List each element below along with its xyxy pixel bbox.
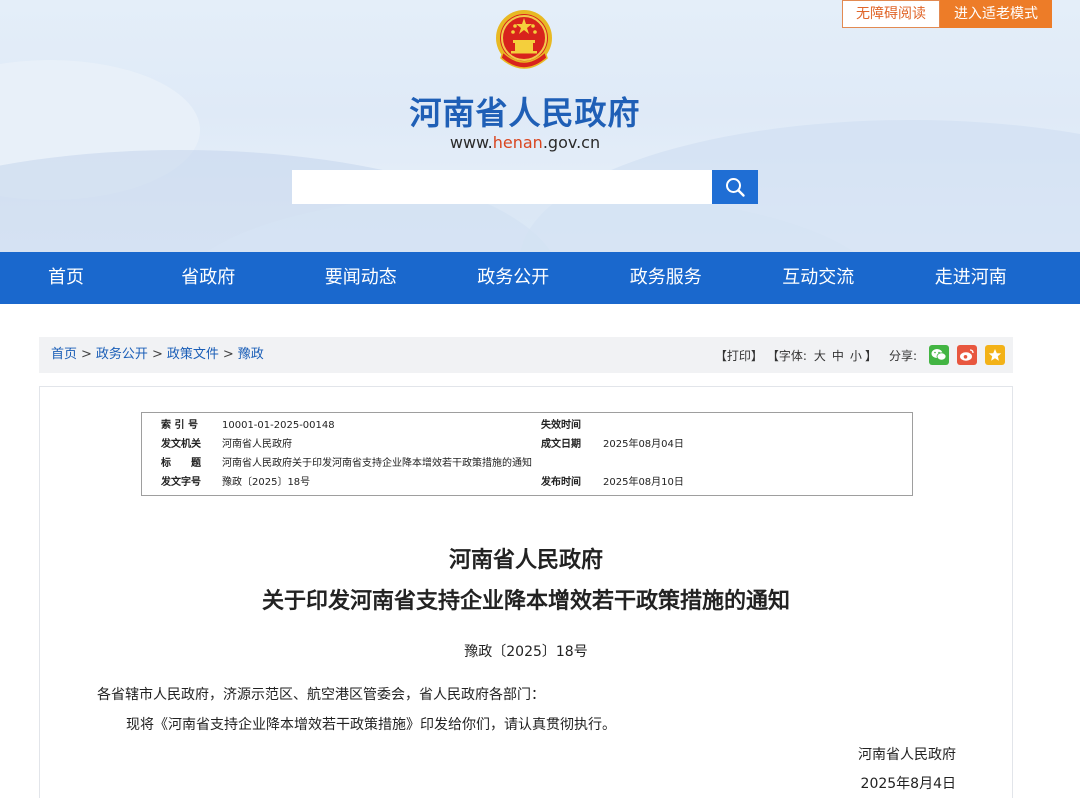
article-container: 索 引 号 10001-01-2025-00148 失效时间 发文机关 河南省人… <box>39 386 1013 798</box>
qzone-share-icon[interactable] <box>985 345 1005 365</box>
site-url-highlight: henan <box>492 133 543 152</box>
breadcrumb: 首页 > 政务公开 > 政策文件 > 豫政 <box>51 337 264 373</box>
title-value: 河南省人民政府关于印发河南省支持企业降本增效若干政策措施的通知 <box>222 458 532 469</box>
weibo-icon <box>960 349 974 361</box>
document-signature: 河南省人民政府 <box>858 747 956 763</box>
site-title: 河南省人民政府 <box>409 94 641 132</box>
print-button[interactable]: 【打印】 <box>715 347 763 364</box>
nav-item-home[interactable]: 首页 <box>0 252 132 304</box>
breadcrumb-home[interactable]: 首页 <box>51 347 77 362</box>
accessibility-reading-button[interactable]: 无障碍阅读 <box>842 0 940 28</box>
breadcrumb-yuzheng[interactable]: 豫政 <box>238 347 264 362</box>
document-title-line1: 河南省人民政府 <box>448 547 603 573</box>
info-row: 发文机关 河南省人民政府 成文日期 2025年08月04日 <box>142 435 912 454</box>
nav-item-about-henan[interactable]: 走进河南 <box>895 252 1048 304</box>
index-number-value: 10001-01-2025-00148 <box>222 420 335 431</box>
site-url-suffix: .gov.cn <box>542 133 601 152</box>
breadcrumb-separator: > <box>151 347 163 362</box>
weibo-share-icon[interactable] <box>957 345 977 365</box>
info-row: 索 引 号 10001-01-2025-00148 失效时间 <box>142 416 912 435</box>
written-date-value: 2025年08月04日 <box>603 439 684 450</box>
info-row: 标 题 河南省人民政府关于印发河南省支持企业降本增效若干政策措施的通知 <box>142 454 912 473</box>
nav-item-news[interactable]: 要闻动态 <box>285 252 438 304</box>
page-tools: 【打印】 【字体: 大 中 小 】 分享: <box>715 337 1013 373</box>
search-input[interactable] <box>292 170 712 204</box>
national-emblem-icon <box>496 10 552 69</box>
document-number: 豫政〔2025〕18号 <box>464 644 588 660</box>
issuer-value: 河南省人民政府 <box>222 439 292 450</box>
written-date-label: 成文日期 <box>541 439 581 450</box>
main-nav: 首页 省政府 要闻动态 政务公开 政务服务 互动交流 走进河南 <box>0 252 1080 304</box>
publish-time-label: 发布时间 <box>541 477 581 488</box>
document-body: 现将《河南省支持企业降本增效若干政策措施》印发给你们，请认真贯彻执行。 <box>126 717 616 733</box>
document-info-table: 索 引 号 10001-01-2025-00148 失效时间 发文机关 河南省人… <box>141 412 913 496</box>
breadcrumb-government-affairs[interactable]: 政务公开 <box>96 347 148 362</box>
breadcrumb-policy-documents[interactable]: 政策文件 <box>167 347 219 362</box>
elder-mode-button[interactable]: 进入适老模式 <box>940 0 1052 28</box>
document-number-value: 豫政〔2025〕18号 <box>222 477 311 488</box>
document-number-label: 发文字号 <box>161 477 201 488</box>
font-size-large[interactable]: 大 <box>814 347 826 364</box>
font-size-small[interactable]: 小 <box>850 347 862 364</box>
wechat-share-icon[interactable] <box>929 345 949 365</box>
nav-item-provincial-government[interactable]: 省政府 <box>132 252 285 304</box>
issuer-label: 发文机关 <box>161 439 201 450</box>
nav-item-government-services[interactable]: 政务服务 <box>590 252 743 304</box>
info-row: 发文字号 豫政〔2025〕18号 发布时间 2025年08月10日 <box>142 473 912 492</box>
site-url: www.henan.gov.cn <box>0 133 1050 152</box>
wechat-icon <box>931 349 947 361</box>
publish-time-value: 2025年08月10日 <box>603 477 684 488</box>
font-size-close: 】 <box>864 348 877 363</box>
top-buttons: 无障碍阅读 进入适老模式 <box>842 0 1052 28</box>
index-number-label: 索 引 号 <box>161 420 198 431</box>
document-title-line2: 关于印发河南省支持企业降本增效若干政策措施的通知 <box>261 588 790 614</box>
nav-item-government-affairs[interactable]: 政务公开 <box>437 252 590 304</box>
document-sign-date: 2025年8月4日 <box>860 776 956 792</box>
star-icon <box>988 349 1002 361</box>
document-addressee: 各省辖市人民政府，济源示范区、航空港区管委会，省人民政府各部门： <box>97 687 545 703</box>
title-label: 标 题 <box>161 458 201 469</box>
site-header: 无障碍阅读 进入适老模式 河南省人民政府 www.henan.gov.cn <box>0 0 1080 252</box>
search-icon <box>726 178 745 197</box>
breadcrumb-separator: > <box>81 347 92 362</box>
font-size-label: 【字体: <box>766 348 807 363</box>
search-button[interactable] <box>712 170 758 204</box>
breadcrumb-separator: > <box>222 347 234 362</box>
site-url-prefix: www. <box>449 133 493 152</box>
font-size-medium[interactable]: 中 <box>832 347 844 364</box>
breadcrumb-bar: 首页 > 政务公开 > 政策文件 > 豫政 【打印】 【字体: 大 中 小 】 分享: <box>39 337 1013 373</box>
nav-item-interaction[interactable]: 互动交流 <box>742 252 895 304</box>
expire-time-label: 失效时间 <box>541 420 581 431</box>
share-label: 分享: <box>888 348 917 363</box>
